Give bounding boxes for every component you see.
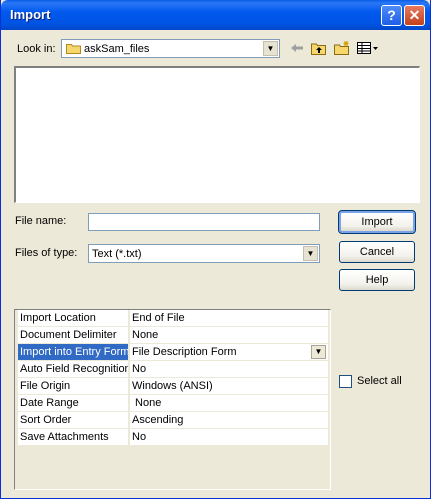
select-all-label[interactable]: Select all xyxy=(357,375,402,387)
cancel-button[interactable]: Cancel xyxy=(339,241,415,263)
option-key: Date Range xyxy=(18,395,129,412)
files-of-type-value: Text (*.txt) xyxy=(92,248,142,260)
file-name-label: File name: xyxy=(15,215,67,227)
option-key: Document Delimiter xyxy=(18,327,129,344)
title-bar[interactable]: Import ? ✕ xyxy=(1,0,430,30)
import-options-grid: Import Location End of File Document Del… xyxy=(14,309,331,490)
option-value[interactable]: File Description Form ▼ xyxy=(130,344,328,361)
option-key: Sort Order xyxy=(18,412,129,429)
chevron-down-icon[interactable]: ▼ xyxy=(263,41,278,56)
close-button[interactable]: ✕ xyxy=(404,5,425,26)
window-title: Import xyxy=(10,7,51,22)
file-list[interactable] xyxy=(14,66,420,203)
help-title-button[interactable]: ? xyxy=(381,5,402,26)
option-value[interactable]: No xyxy=(130,361,328,378)
option-row-sort-order[interactable]: Sort Order Ascending xyxy=(18,412,328,429)
option-value[interactable]: Windows (ANSI) xyxy=(130,378,328,395)
look-in-label: Look in: xyxy=(17,43,56,55)
chevron-down-icon[interactable]: ▼ xyxy=(303,246,318,261)
option-value[interactable]: Ascending xyxy=(130,412,328,429)
back-arrow-icon[interactable] xyxy=(288,40,306,56)
up-folder-icon[interactable] xyxy=(310,40,328,56)
option-value[interactable]: None xyxy=(130,327,328,344)
option-row-import-into-entry-form[interactable]: Import into Entry Form File Description … xyxy=(18,344,328,361)
import-button[interactable]: Import xyxy=(338,210,416,234)
option-value[interactable]: End of File xyxy=(130,310,328,327)
option-key: Import Location xyxy=(18,310,129,327)
files-of-type-dropdown[interactable]: Text (*.txt) ▼ xyxy=(88,244,320,263)
option-key: Import into Entry Form xyxy=(18,344,129,361)
files-of-type-label: Files of type: xyxy=(15,247,78,259)
folder-icon xyxy=(66,44,81,54)
option-row-auto-field-recognition[interactable]: Auto Field Recognition No xyxy=(18,361,328,378)
option-key: Auto Field Recognition xyxy=(18,361,129,378)
option-key: File Origin xyxy=(18,378,129,395)
select-all-checkbox[interactable] xyxy=(339,375,352,388)
chevron-down-icon[interactable]: ▼ xyxy=(311,345,326,359)
view-menu-icon[interactable] xyxy=(356,40,380,56)
option-row-date-range[interactable]: Date Range None xyxy=(18,395,328,412)
look-in-dropdown[interactable]: askSam_files ▼ xyxy=(61,39,280,58)
look-in-value: askSam_files xyxy=(84,43,150,55)
option-row-document-delimiter[interactable]: Document Delimiter None xyxy=(18,327,328,344)
import-dialog: Import ? ✕ Look in: askSam_files ▼ File … xyxy=(0,0,431,499)
help-button[interactable]: Help xyxy=(339,269,415,291)
option-value[interactable]: None xyxy=(130,395,328,412)
option-row-save-attachments[interactable]: Save Attachments No xyxy=(18,429,328,446)
option-row-file-origin[interactable]: File Origin Windows (ANSI) xyxy=(18,378,328,395)
option-key: Save Attachments xyxy=(18,429,129,446)
option-row-import-location[interactable]: Import Location End of File xyxy=(18,310,328,327)
option-value[interactable]: No xyxy=(130,429,328,446)
option-value-text: File Description Form xyxy=(132,346,237,358)
new-folder-icon[interactable] xyxy=(333,40,351,56)
file-name-input[interactable] xyxy=(88,213,320,231)
